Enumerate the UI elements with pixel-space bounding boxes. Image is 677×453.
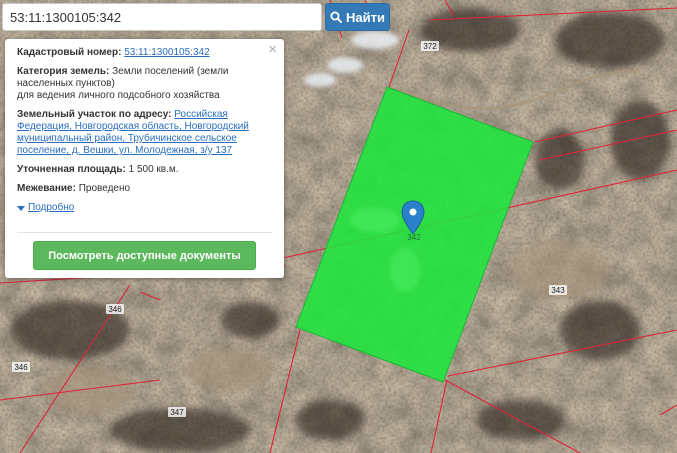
cadastral-number-label: Кадастровый номер: [17, 47, 122, 58]
address-row: Земельный участок по адресу: Российская … [17, 109, 272, 157]
survey-row: Межевание: Проведено [17, 183, 272, 195]
plot-info-popup: × Кадастровый номер: 53:11:1300105:342 К… [5, 39, 284, 278]
plot-label: 372 [423, 42, 437, 51]
area-label: Уточненная площадь: [17, 164, 126, 175]
survey-label: Межевание: [17, 183, 76, 194]
land-use-value: для ведения личного подсобного хозяйства [17, 90, 220, 101]
survey-value: Проведено [78, 183, 131, 194]
plot-label: 346 [14, 363, 28, 372]
address-label: Земельный участок по адресу: [17, 109, 172, 120]
plot-label: 346 [108, 305, 122, 314]
area-row: Уточненная площадь: 1 500 кв.м. [17, 164, 272, 176]
land-category-row: Категория земель: Земли поселений (земли… [17, 66, 272, 102]
view-documents-button[interactable]: Посмотреть доступные документы [33, 241, 256, 270]
plot-label: 347 [170, 408, 184, 417]
popup-divider [17, 232, 272, 233]
land-category-label: Категория земель: [17, 66, 110, 77]
search-input[interactable] [2, 3, 322, 31]
plot-label: 342 [407, 233, 421, 242]
details-toggle[interactable]: Подробно [17, 202, 272, 214]
close-icon[interactable]: × [268, 42, 277, 57]
cadastral-number-row: Кадастровый номер: 53:11:1300105:342 [17, 47, 272, 59]
area-value: 1 500 кв.м. [128, 164, 179, 175]
caret-down-icon [17, 205, 25, 211]
search-button-label: Найти [346, 9, 385, 25]
details-link[interactable]: Подробно [28, 202, 74, 214]
search-button[interactable]: Найти [325, 3, 390, 31]
plot-label: 343 [551, 286, 565, 295]
cadastral-number-link[interactable]: 53:11:1300105:342 [124, 47, 209, 58]
search-icon [330, 11, 343, 23]
